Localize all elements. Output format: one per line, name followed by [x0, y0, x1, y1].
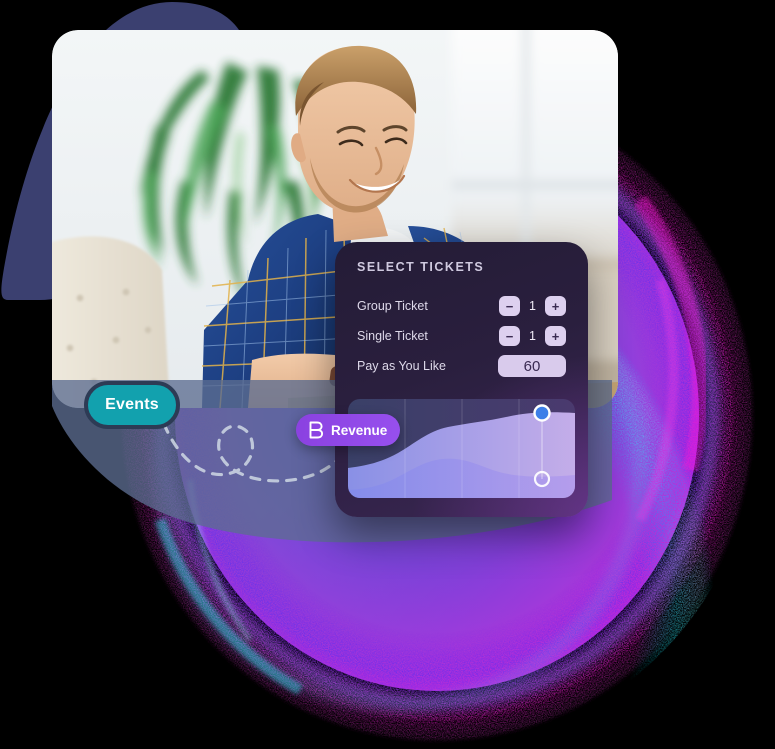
- increment-button-group[interactable]: +: [545, 296, 566, 316]
- quantity-value-single: 1: [529, 329, 536, 343]
- decrement-button-single[interactable]: −: [499, 326, 520, 346]
- ticket-row-group: Group Ticket − 1 +: [357, 294, 566, 318]
- decrement-button-group[interactable]: −: [499, 296, 520, 316]
- ticket-row-label: Pay as You Like: [357, 359, 446, 373]
- panel-title: SELECT TICKETS: [357, 260, 485, 274]
- quantity-value-group: 1: [529, 299, 536, 313]
- pay-amount-input[interactable]: 60: [498, 355, 566, 377]
- revenue-badge[interactable]: Revenue: [296, 414, 400, 446]
- ticket-row-pay: Pay as You Like 60: [357, 354, 566, 378]
- increment-button-single[interactable]: +: [545, 326, 566, 346]
- ticket-row-single: Single Ticket − 1 +: [357, 324, 566, 348]
- revenue-badge-label: Revenue: [331, 422, 388, 438]
- quantity-stepper-group: − 1 +: [499, 296, 566, 316]
- quantity-stepper-single: − 1 +: [499, 326, 566, 346]
- scene-root: Events SELECT TICKETS Group Ticket − 1 +…: [0, 0, 775, 749]
- events-badge-label: Events: [105, 396, 159, 413]
- events-badge[interactable]: Events: [84, 381, 180, 429]
- b-logo-icon: [308, 421, 324, 439]
- ticket-row-label: Group Ticket: [357, 299, 428, 313]
- ticket-row-label: Single Ticket: [357, 329, 428, 343]
